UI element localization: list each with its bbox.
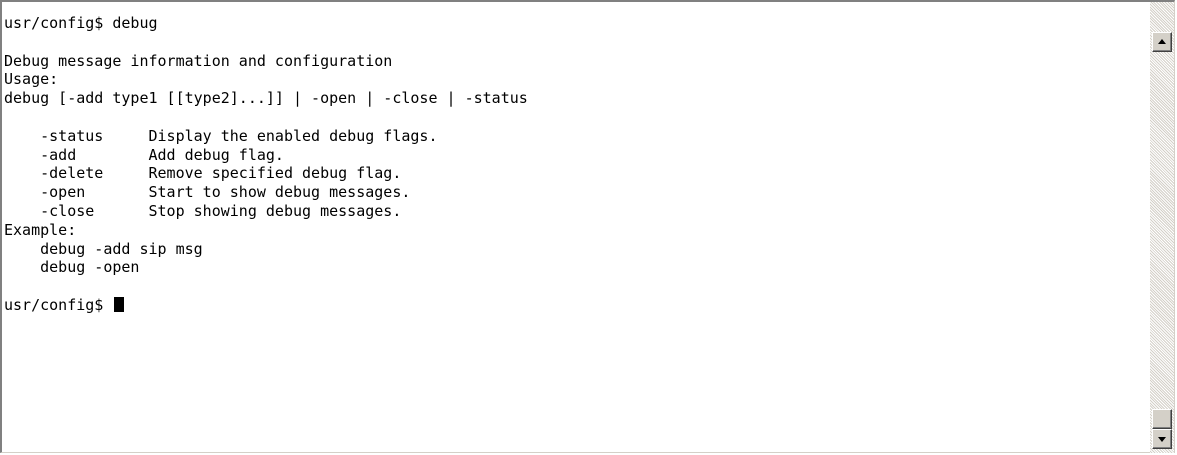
terminal-line: debug -add sip msg [4,239,203,258]
terminal-line: Usage: [4,70,59,89]
terminal-line: Example: [4,220,77,239]
terminal-line: debug [-add type1 [[type2]...]] | -open … [4,89,528,108]
terminal-line: -status Display the enabled debug flags. [4,126,438,145]
prompt-line[interactable]: usr/config$ [4,296,1145,315]
arrow-down-icon [1158,437,1166,442]
terminal-line: -add Add debug flag. [4,145,284,164]
terminal-line: -open Start to show debug messages. [4,183,411,202]
terminal-line: usr/config$ debug [4,14,158,32]
text-cursor [114,296,125,312]
terminal-output[interactable]: usr/config$ debug Debug message informat… [4,4,1145,451]
terminal-window: usr/config$ debug Debug message informat… [0,0,1175,453]
scroll-thumb[interactable] [1152,409,1172,429]
terminal-line: debug -open [4,258,140,277]
vertical-scrollbar[interactable] [1150,2,1174,453]
terminal-line: Debug message information and configurat… [4,51,393,70]
arrow-up-icon [1158,39,1166,44]
prompt-text: usr/config$ [4,295,113,314]
terminal-line: -close Stop showing debug messages. [4,201,402,220]
scroll-up-button[interactable] [1152,32,1172,52]
terminal-line: -delete Remove specified debug flag. [4,164,402,183]
scroll-down-button[interactable] [1152,429,1172,449]
